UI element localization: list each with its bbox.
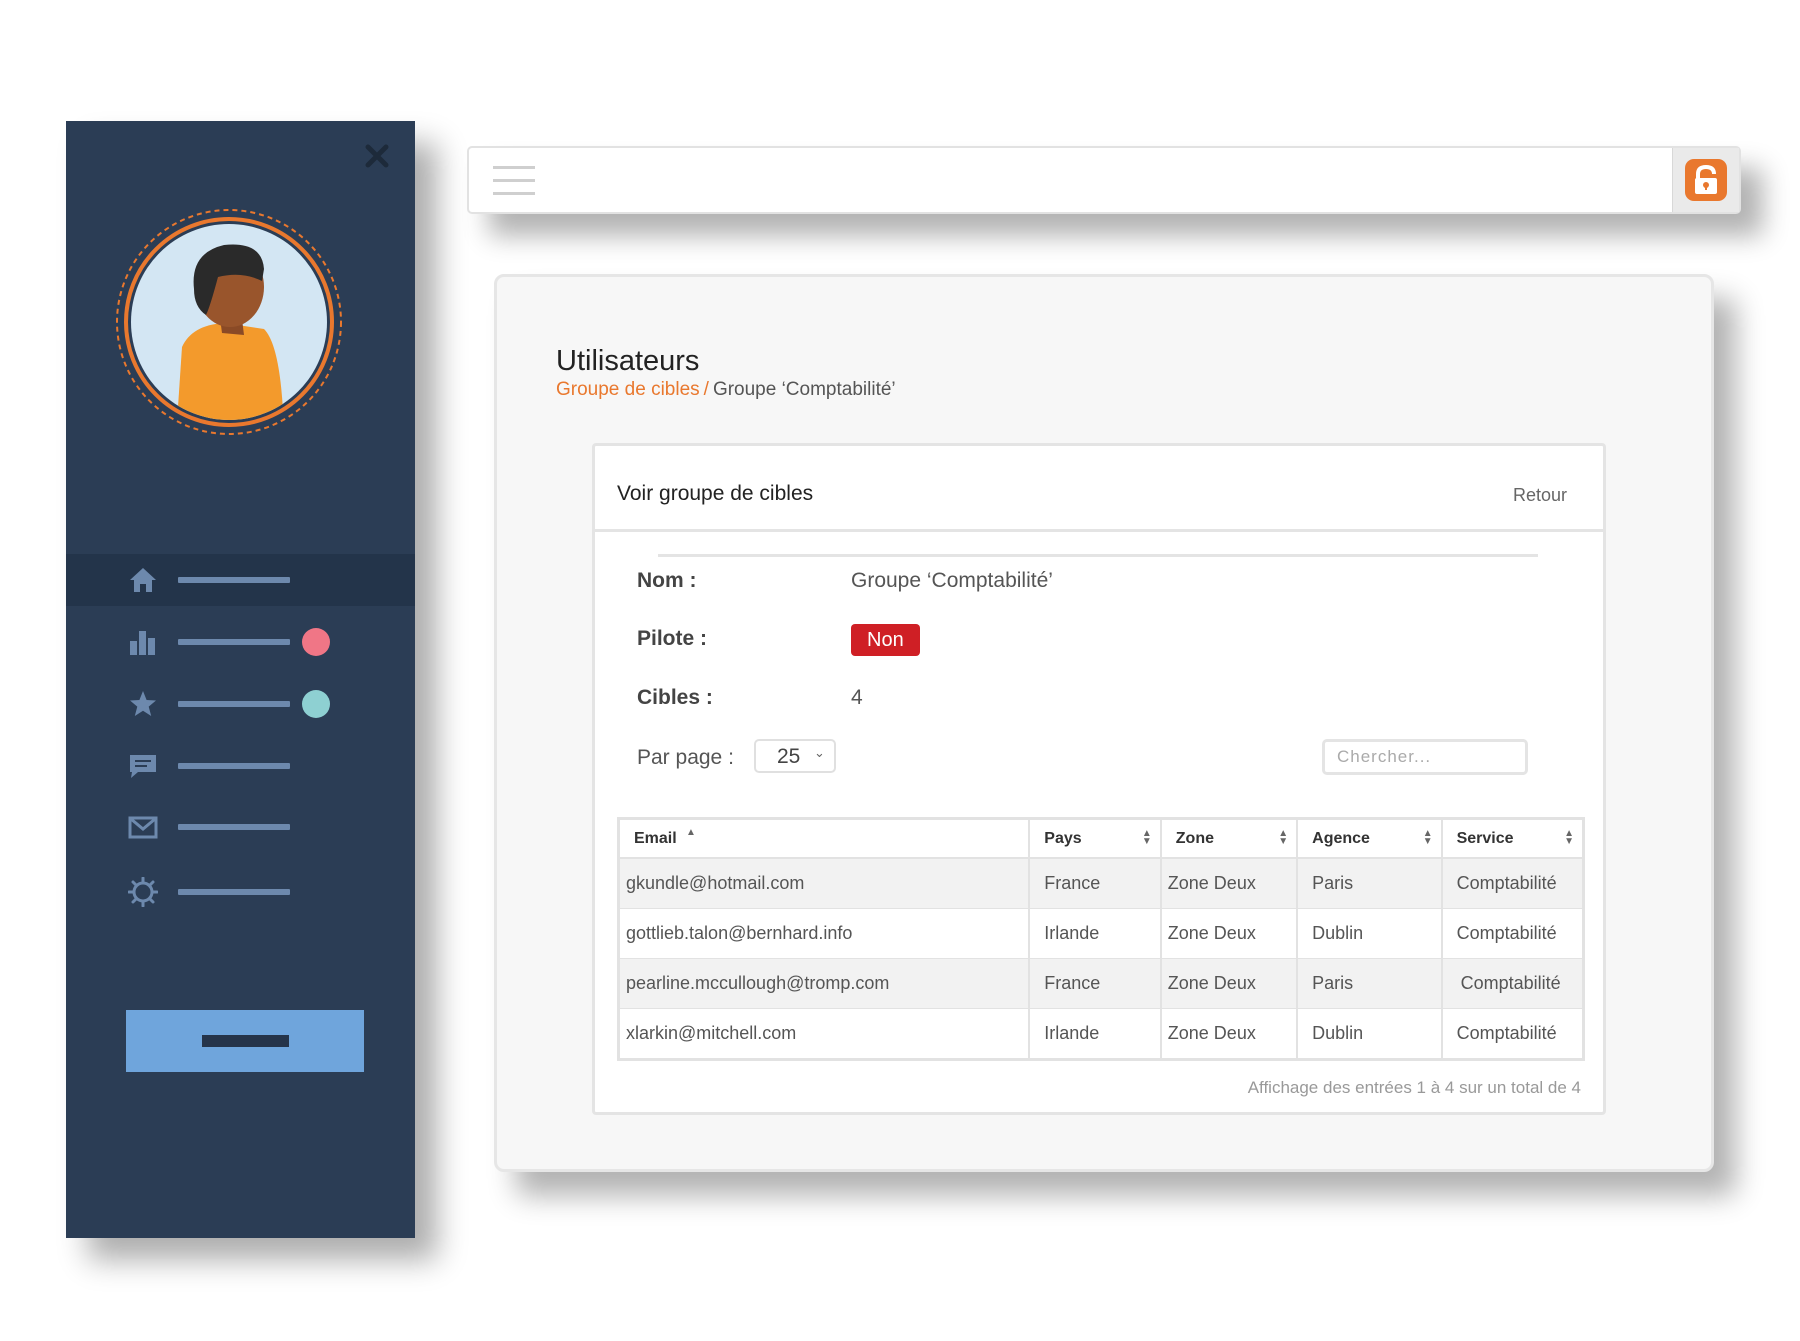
panel-header: Voir groupe de cibles Retour xyxy=(595,446,1603,532)
cell-service: Comptabilité xyxy=(1440,958,1585,1009)
breadcrumb-separator: / xyxy=(703,379,709,400)
button-label-placeholder xyxy=(202,1035,289,1047)
divider xyxy=(658,554,1538,557)
sidebar-item-label-placeholder xyxy=(178,701,290,707)
nom-value: Groupe ‘Comptabilité’ xyxy=(851,569,1053,592)
sort-icon: ▲ ▼ xyxy=(1564,828,1574,847)
main-card: Utilisateurs Groupe de cibles / Groupe ‘Co… xyxy=(494,274,1714,1172)
column-header-label: Email xyxy=(634,829,677,847)
per-page-select[interactable]: 25 ⌄ xyxy=(754,739,836,773)
cell-service: Comptabilité xyxy=(1440,908,1585,959)
cell-pays: Irlande xyxy=(1028,1008,1162,1060)
breadcrumb-current: Groupe ‘Comptabilité’ xyxy=(712,379,896,400)
sidebar-item-label-placeholder xyxy=(178,577,290,583)
page-title: Utilisateurs xyxy=(556,345,700,377)
column-header-zone[interactable]: Zone ▲ ▼ xyxy=(1159,817,1299,859)
pilote-label: Pilote : xyxy=(637,627,708,650)
back-link[interactable]: Retour xyxy=(1513,485,1567,506)
column-header-email[interactable]: Email ▲ xyxy=(617,817,1031,859)
column-header-pays[interactable]: Pays ▲ ▼ xyxy=(1028,817,1162,859)
cell-email: xlarkin@mitchell.com xyxy=(617,1008,1031,1060)
per-page-label: Par page : xyxy=(637,746,734,769)
sort-asc-icon: ▲ xyxy=(686,827,696,838)
column-header-label: Pays xyxy=(1044,829,1082,847)
sidebar-item-stats[interactable] xyxy=(66,616,415,668)
search-input[interactable] xyxy=(1322,739,1528,775)
sidebar xyxy=(66,121,415,1238)
cell-zone: Zone Deux xyxy=(1159,958,1299,1009)
table-header-row: Email ▲ Pays ▲ ▼ Zone ▲ ▼ Agence ▲ ▼ Service ▲ ▼ xyxy=(617,817,1585,859)
column-header-label: Zone xyxy=(1175,829,1214,847)
column-header-service[interactable]: Service ▲ ▼ xyxy=(1440,817,1585,859)
sidebar-item-favorites[interactable] xyxy=(66,678,415,730)
cell-email: pearline.mccullough@tromp.com xyxy=(617,958,1031,1009)
cell-pays: France xyxy=(1028,857,1162,909)
group-detail-panel: Voir groupe de cibles Retour Nom : Group… xyxy=(592,443,1606,1115)
sidebar-item-label-placeholder xyxy=(178,639,290,645)
cell-zone: Zone Deux xyxy=(1159,908,1299,959)
hamburger-icon-line xyxy=(493,192,535,195)
cibles-label: Cibles : xyxy=(637,686,713,709)
avatar xyxy=(114,207,344,437)
sidebar-item-settings[interactable] xyxy=(66,866,415,918)
cell-service: Comptabilité xyxy=(1440,1008,1585,1060)
cell-service: Comptabilité xyxy=(1440,857,1585,909)
per-page-value: 25 xyxy=(777,745,801,768)
column-header-agence[interactable]: Agence ▲ ▼ xyxy=(1296,817,1443,859)
cell-agence: Paris xyxy=(1296,958,1443,1009)
home-icon xyxy=(130,568,156,592)
notification-dot-pink xyxy=(302,628,330,656)
sort-icon: ▲ ▼ xyxy=(1278,828,1289,847)
users-table: Email ▲ Pays ▲ ▼ Zone ▲ ▼ Agence ▲ ▼ Service ▲ ▼ … xyxy=(617,817,1585,1061)
top-bar xyxy=(467,146,1741,214)
chat-icon xyxy=(130,755,156,778)
panel-title: Voir groupe de cibles xyxy=(617,482,814,505)
chevron-down-icon: ⌄ xyxy=(814,745,825,760)
cibles-value: 4 xyxy=(851,686,863,709)
cell-agence: Dublin xyxy=(1296,908,1443,959)
lock-button[interactable] xyxy=(1672,148,1739,212)
cell-email: gottlieb.talon@bernhard.info xyxy=(617,908,1031,959)
sidebar-action-button[interactable] xyxy=(126,1010,364,1072)
sidebar-item-mail[interactable] xyxy=(66,801,415,853)
breadcrumb: Groupe de cibles / Groupe ‘Comptabilité’ xyxy=(556,379,896,401)
close-sidebar-button[interactable] xyxy=(360,139,394,173)
cell-agence: Dublin xyxy=(1296,1008,1443,1060)
lock-icon xyxy=(1685,159,1727,201)
column-header-label: Agence xyxy=(1312,829,1370,847)
gear-icon xyxy=(128,877,158,907)
table-row[interactable]: xlarkin@mitchell.com Irlande Zone Deux D… xyxy=(617,1008,1585,1060)
star-icon xyxy=(130,691,156,716)
sort-icon: ▲ ▼ xyxy=(1422,828,1433,847)
cell-zone: Zone Deux xyxy=(1159,1008,1299,1060)
sidebar-item-label-placeholder xyxy=(178,763,290,769)
nom-label: Nom : xyxy=(637,569,697,592)
hamburger-icon xyxy=(493,166,535,169)
hamburger-menu-button[interactable] xyxy=(493,164,537,198)
hamburger-icon-line xyxy=(493,179,535,182)
sidebar-item-home[interactable] xyxy=(66,554,415,606)
notification-dot-teal xyxy=(302,690,330,718)
table-footer-info: Affichage des entrées 1 à 4 sur un total… xyxy=(1247,1078,1581,1097)
sort-icon: ▲ ▼ xyxy=(1141,828,1152,847)
cell-agence: Paris xyxy=(1296,857,1443,909)
table-row[interactable]: gottlieb.talon@bernhard.info Irlande Zon… xyxy=(617,908,1585,959)
table-row[interactable]: pearline.mccullough@tromp.com France Zon… xyxy=(617,958,1585,1009)
mail-icon xyxy=(128,816,158,839)
sidebar-item-label-placeholder xyxy=(178,824,290,830)
close-icon xyxy=(365,144,389,168)
cell-pays: Irlande xyxy=(1028,908,1162,959)
cell-email: gkundle@hotmail.com xyxy=(617,857,1031,909)
pilote-status-badge: Non xyxy=(851,624,920,656)
table-row[interactable]: gkundle@hotmail.com France Zone Deux Par… xyxy=(617,857,1585,909)
breadcrumb-link-groupe-de-cibles[interactable]: Groupe de cibles xyxy=(556,379,700,400)
cell-zone: Zone Deux xyxy=(1159,857,1299,909)
bar-chart-icon xyxy=(130,631,155,655)
cell-pays: France xyxy=(1028,958,1162,1009)
column-header-label: Service xyxy=(1456,829,1514,847)
sidebar-item-label-placeholder xyxy=(178,889,290,895)
sidebar-item-messages[interactable] xyxy=(66,740,415,792)
